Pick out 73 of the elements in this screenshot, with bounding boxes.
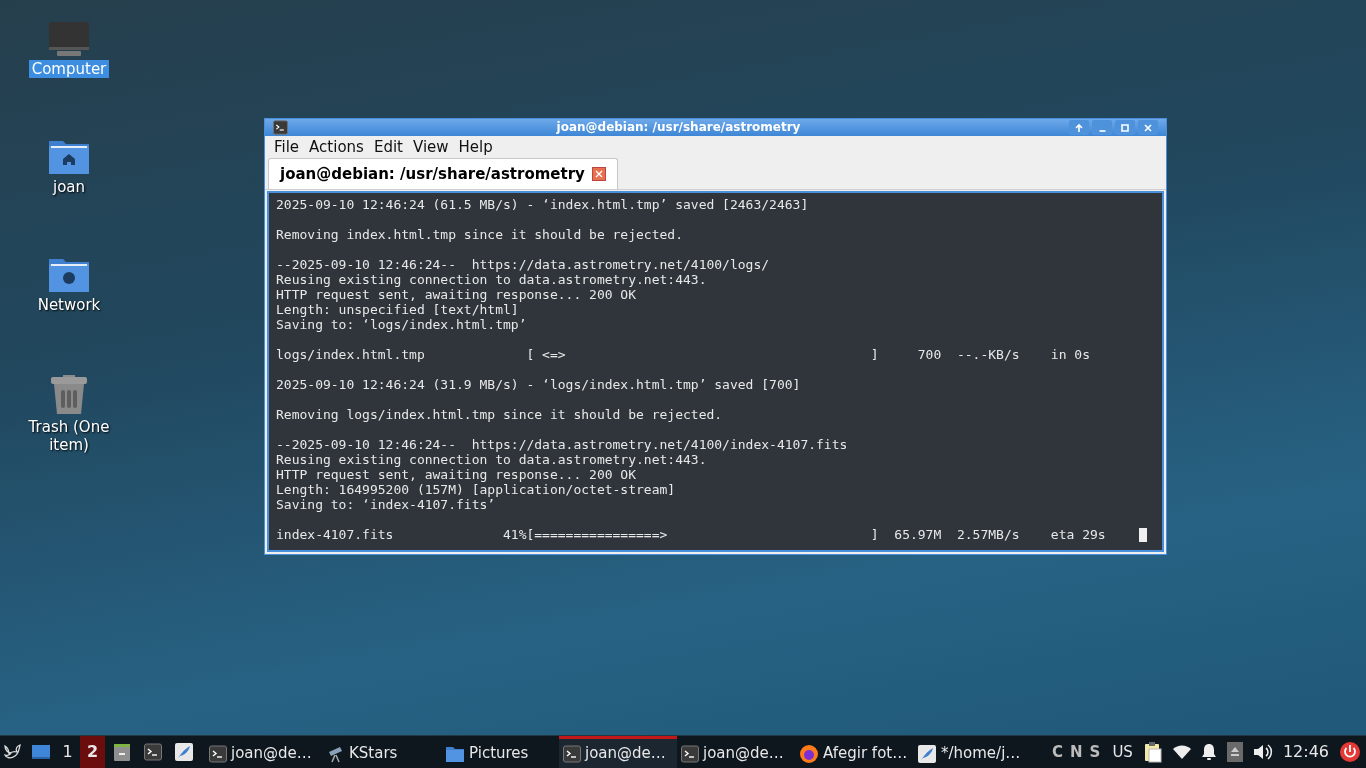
- terminal-line: Length: unspecified [text/html]: [276, 302, 520, 317]
- menu-item[interactable]: View: [407, 135, 454, 159]
- terminal-line: --2025-09-10 12:46:24-- https://data.astrometry.net/4100/index-4107.fits: [276, 437, 848, 452]
- terminal-line: --2025-09-10 12:46:24-- https://data.astrometry.net/4100/logs/: [276, 257, 770, 272]
- close-tab-icon[interactable]: [591, 167, 606, 181]
- terminal-icon: [209, 744, 227, 763]
- menu-item[interactable]: Help: [453, 135, 498, 159]
- minimize-button[interactable]: [1092, 120, 1112, 135]
- terminal-line: 2025-09-10 12:46:24 (31.9 MB/s) - ‘logs/index.html.tmp’ saved [700]: [276, 377, 801, 392]
- terminal-line: Reusing existing connection to data.astrometry.net:443.: [276, 452, 708, 467]
- menu-item[interactable]: Actions: [304, 135, 369, 159]
- minimize-icon: [1098, 129, 1106, 132]
- volume-icon[interactable]: [1252, 743, 1273, 761]
- clock[interactable]: 12:46: [1282, 740, 1329, 764]
- desktop-icon-label[interactable]: Network: [24, 296, 114, 314]
- lock-key-indicator: C: [1052, 741, 1063, 763]
- monitor-icon: [48, 20, 90, 58]
- terminal-line: index-4107.fits 41%[================> ] 65.97M 2.57MB/s eta 29s: [276, 527, 1106, 542]
- terminal-line: Saving to: ‘logs/index.html.tmp’: [276, 317, 528, 332]
- desktop-icon-label[interactable]: Trash (One item): [24, 418, 114, 454]
- terminal-icon: [144, 743, 162, 761]
- terminal-line: Removing logs/index.html.tmp since it should be rejected.: [276, 407, 723, 422]
- lock-key-indicator: N: [1070, 741, 1083, 763]
- task-button[interactable]: joan@de…: [559, 735, 677, 768]
- task-button[interactable]: joan@de…: [205, 735, 323, 768]
- feather-icon: [174, 742, 194, 762]
- task-button[interactable]: joan@de…: [677, 735, 795, 768]
- launcher-button[interactable]: [173, 741, 195, 763]
- up-arrow-icon: [1073, 121, 1085, 134]
- ontop-button[interactable]: [1069, 120, 1089, 135]
- maximize-icon: [1119, 121, 1131, 134]
- clipboard-icon[interactable]: [1142, 741, 1163, 763]
- terminal-line: Saving to: ‘index-4107.fits’: [276, 497, 497, 512]
- task-button[interactable]: Afegir fot…: [795, 735, 913, 768]
- folder-icon: [445, 744, 465, 763]
- task-button[interactable]: Pictures: [441, 735, 559, 768]
- keyboard-layout[interactable]: US: [1112, 740, 1133, 764]
- close-icon: [1142, 121, 1154, 134]
- trash-icon: [48, 374, 90, 416]
- lock-key-indicator: S: [1089, 741, 1101, 763]
- eject-icon[interactable]: [1226, 742, 1243, 762]
- terminal-icon: [681, 744, 699, 763]
- wifi-icon[interactable]: [1172, 744, 1191, 760]
- terminal-tab[interactable]: joan@debian: /usr/share/astrometry: [268, 158, 618, 189]
- telescope-icon: [327, 744, 345, 763]
- feather-icon: [917, 743, 937, 764]
- terminal-line: HTTP request sent, awaiting response... 200 OK: [276, 467, 638, 482]
- bell-icon[interactable]: [1200, 743, 1217, 761]
- network-folder-icon: [48, 256, 90, 294]
- task-button[interactable]: */home/j…: [913, 735, 1031, 768]
- maximize-button[interactable]: [1115, 120, 1135, 135]
- window-title: joan@debian: /usr/share/astrometry: [555, 120, 802, 135]
- desktop-icon-label[interactable]: joan: [24, 178, 114, 196]
- menu-item[interactable]: Edit: [368, 135, 408, 159]
- launcher-button[interactable]: [111, 741, 133, 763]
- file-cabinet-icon: [112, 742, 132, 762]
- menu-item[interactable]: File: [269, 135, 305, 159]
- home-folder-icon: [48, 138, 90, 176]
- terminal-icon: [563, 744, 581, 763]
- power-icon[interactable]: [1339, 741, 1361, 763]
- terminal-line: Removing index.html.tmp since it should be rejected.: [276, 227, 683, 242]
- workspace-button[interactable]: 1: [55, 735, 80, 768]
- terminal-line: Length: 164995200 (157M) [application/octet-stream]: [276, 482, 677, 497]
- window-terminal-icon: [273, 120, 288, 135]
- workspace-button[interactable]: 2: [80, 735, 105, 768]
- terminal-line: 2025-09-10 12:46:24 (61.5 MB/s) - ‘index.html.tmp’ saved [2463/2463]: [276, 197, 809, 212]
- close-button[interactable]: [1138, 120, 1158, 135]
- terminal-line: HTTP request sent, awaiting response... 200 OK: [276, 287, 638, 302]
- browser-globe-icon: [799, 743, 819, 764]
- terminal-line: logs/index.html.tmp [ <=> ] 700 --.-KB/s in 0s: [276, 347, 1090, 362]
- task-button[interactable]: KStars: [323, 735, 441, 768]
- launcher-button[interactable]: [142, 741, 164, 763]
- terminal-line: Reusing existing connection to data.astrometry.net:443.: [276, 272, 708, 287]
